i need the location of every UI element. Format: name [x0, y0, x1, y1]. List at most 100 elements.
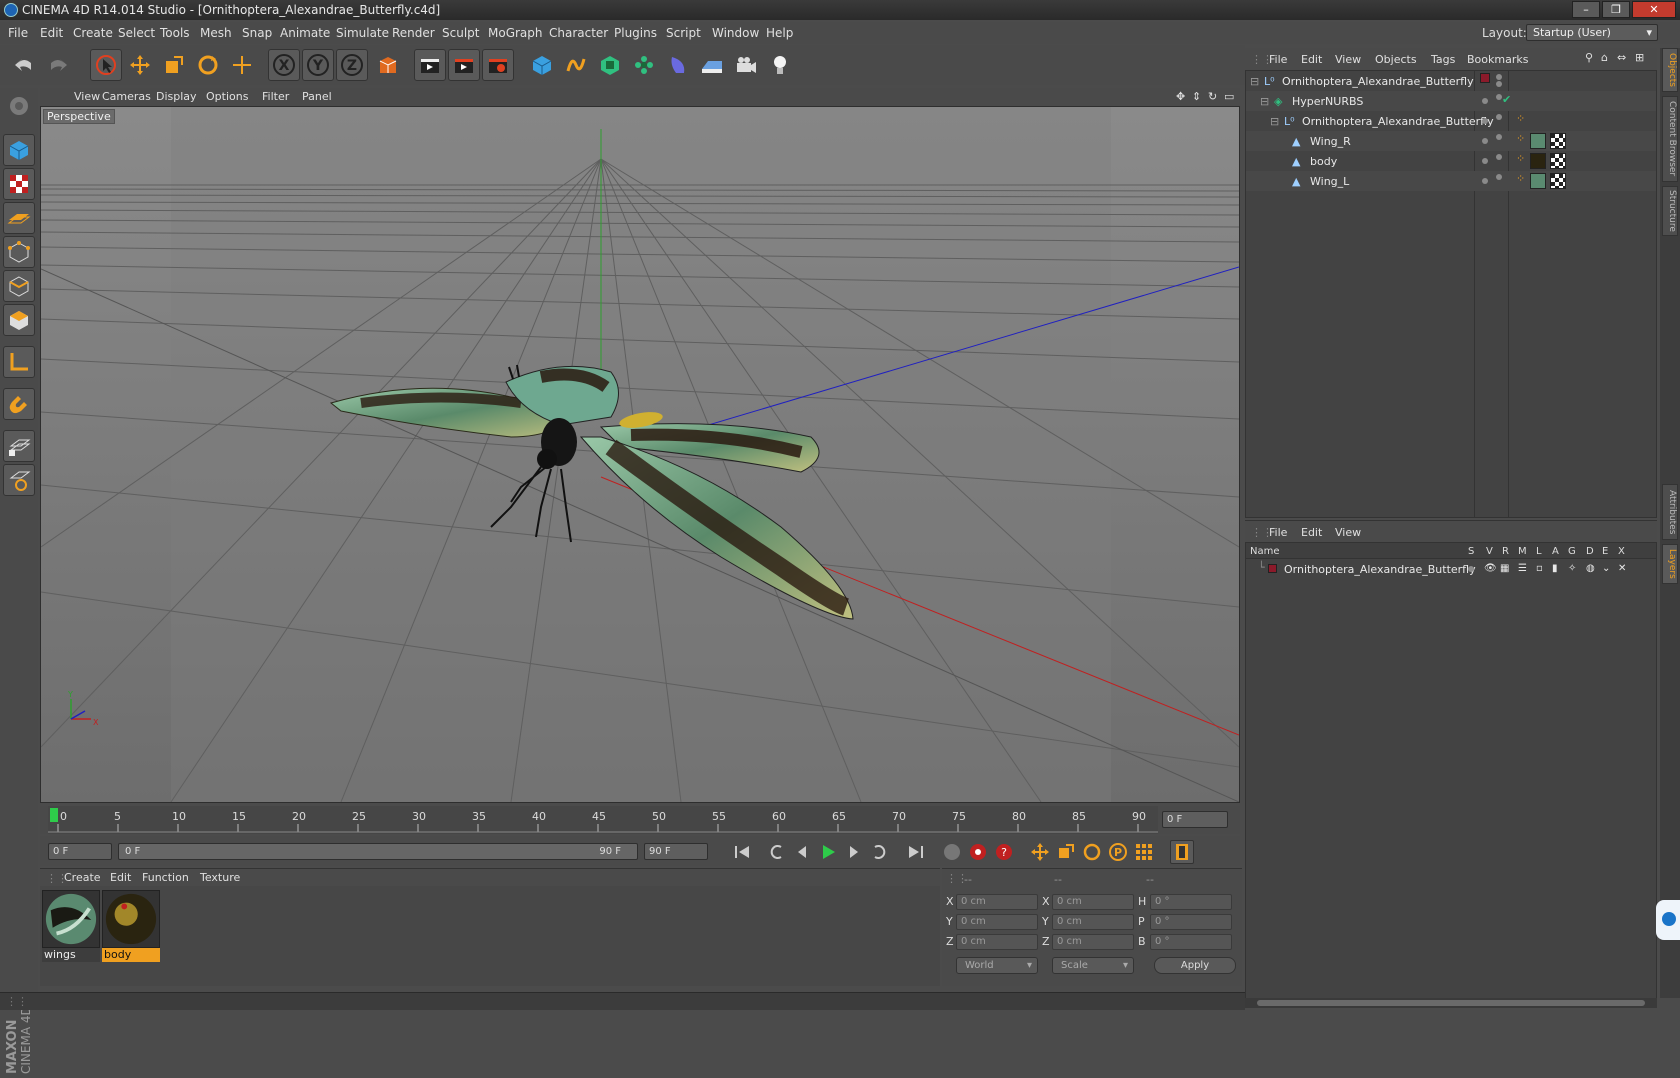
render-visibility-icon[interactable]	[1496, 134, 1502, 140]
tab-attributes[interactable]: Attributes	[1662, 484, 1678, 540]
view-toggle-icon[interactable]: 👁	[1484, 563, 1497, 574]
viewport-3d[interactable]: Y X Perspective	[40, 106, 1240, 803]
uvw-tag-icon[interactable]	[1550, 133, 1566, 149]
menu-create[interactable]: Create	[73, 26, 113, 40]
camera-button[interactable]	[730, 49, 762, 81]
go-to-start-button[interactable]	[730, 840, 754, 864]
column-name[interactable]: Name	[1250, 546, 1280, 557]
object-row[interactable]: ▲ body ⁘	[1246, 151, 1656, 171]
animation-toggle-icon[interactable]: ▮	[1552, 563, 1558, 574]
rot-h-field[interactable]: 0 °	[1150, 894, 1232, 910]
uvw-tag-icon[interactable]	[1550, 153, 1566, 169]
render-toggle-icon[interactable]: ▦	[1500, 563, 1509, 574]
menu-file[interactable]: File	[8, 26, 28, 40]
floor-button[interactable]	[696, 49, 728, 81]
tab-layers[interactable]: Layers	[1662, 544, 1678, 584]
column-xref[interactable]: X	[1618, 546, 1625, 557]
live-select-button[interactable]	[90, 49, 122, 81]
menu-tools[interactable]: Tools	[160, 26, 190, 40]
material-menu-function[interactable]: Function	[142, 871, 189, 884]
make-editable-button[interactable]	[3, 90, 35, 122]
key-rotation-button[interactable]	[1080, 840, 1104, 864]
deformer-toggle-icon[interactable]: ◍	[1586, 563, 1595, 574]
column-manager[interactable]: M	[1518, 546, 1527, 557]
column-view[interactable]: V	[1486, 546, 1493, 557]
material-body[interactable]: body	[102, 890, 160, 962]
layout-dropdown[interactable]: Startup (User) ▾	[1526, 24, 1658, 41]
objects-menu-edit[interactable]: Edit	[1301, 53, 1322, 66]
teamviewer-icon[interactable]	[1656, 900, 1680, 940]
render-view-button[interactable]	[414, 49, 446, 81]
key-scale-button[interactable]	[1054, 840, 1078, 864]
xref-toggle-icon[interactable]: ✕	[1618, 563, 1626, 574]
menu-plugins[interactable]: Plugins	[614, 26, 657, 40]
undo-button[interactable]	[8, 49, 40, 81]
menu-script[interactable]: Script	[666, 26, 701, 40]
points-mode-button[interactable]	[3, 236, 35, 268]
menu-select[interactable]: Select	[118, 26, 155, 40]
new-window-icon[interactable]: ⊞	[1635, 51, 1644, 64]
home-icon[interactable]: ⌂	[1601, 51, 1608, 64]
go-to-end-button[interactable]	[904, 840, 928, 864]
x-axis-button[interactable]: X	[268, 49, 300, 81]
menu-mograph[interactable]: MoGraph	[488, 26, 543, 40]
rotate-button[interactable]	[192, 49, 224, 81]
create-tool-button[interactable]	[226, 49, 258, 81]
edit-render-settings-button[interactable]	[482, 49, 514, 81]
workplane-rotate-button[interactable]	[3, 464, 35, 496]
viewport-menu-panel[interactable]: Panel	[302, 90, 332, 103]
layers-menu-view[interactable]: View	[1335, 526, 1361, 539]
column-solo[interactable]: S	[1468, 546, 1474, 557]
tab-objects[interactable]: Objects	[1662, 48, 1678, 92]
timeline[interactable]: 0 5 10 15 20 25 30 35 40 45 50 55 60 65 …	[40, 806, 1240, 834]
frame-range-slider[interactable]: 0 F 90 F	[118, 843, 638, 860]
prev-key-button[interactable]	[764, 840, 788, 864]
coordinate-system-button[interactable]	[372, 49, 404, 81]
viewport-menu-display[interactable]: Display	[156, 90, 197, 103]
cube-button[interactable]	[526, 49, 558, 81]
manager-toggle-icon[interactable]: ☰	[1518, 563, 1527, 574]
pos-z-field[interactable]: 0 cm	[956, 934, 1038, 950]
pos-x-field[interactable]: 0 cm	[956, 894, 1038, 910]
viewport-menu-filter[interactable]: Filter	[262, 90, 289, 103]
editor-visibility-icon[interactable]	[1482, 178, 1488, 184]
column-deformers[interactable]: D	[1586, 546, 1594, 557]
render-visibility-icon[interactable]	[1496, 174, 1502, 180]
menu-simulate[interactable]: Simulate	[336, 26, 389, 40]
lock-toggle-icon[interactable]: ▫	[1536, 563, 1543, 574]
solo-toggle-icon[interactable]	[1468, 566, 1474, 572]
material-menu-edit[interactable]: Edit	[110, 871, 131, 884]
column-generators[interactable]: G	[1568, 546, 1576, 557]
material-menu-create[interactable]: Create	[64, 871, 101, 884]
texture-mode-button[interactable]	[3, 168, 35, 200]
timeline-window-button[interactable]	[1170, 840, 1194, 864]
column-render[interactable]: R	[1502, 546, 1509, 557]
prev-frame-button[interactable]	[790, 840, 814, 864]
objects-menu-view[interactable]: View	[1335, 53, 1361, 66]
object-row[interactable]: ▲ Wing_R ⁘	[1246, 131, 1656, 151]
menu-help[interactable]: Help	[766, 26, 793, 40]
close-button[interactable]: ✕	[1632, 1, 1676, 18]
record-disabled-button[interactable]	[940, 840, 964, 864]
collapse-icon[interactable]: ⊟	[1270, 115, 1279, 128]
tab-content-browser[interactable]: Content Browser	[1662, 96, 1678, 182]
editor-visibility-icon[interactable]	[1482, 98, 1488, 104]
object-row[interactable]: ▲ Wing_L ⁘	[1246, 171, 1656, 191]
layers-menu-file[interactable]: File	[1269, 526, 1287, 539]
autokey-help-button[interactable]: ?	[992, 840, 1016, 864]
object-row[interactable]: ⊟ L⁰ Ornithoptera_Alexandrae_Butterfly	[1246, 71, 1656, 91]
coordinate-mode-dropdown[interactable]: Scale ▾	[1052, 957, 1134, 974]
scrollbar-thumb[interactable]	[1257, 1000, 1645, 1006]
apply-button[interactable]: Apply	[1154, 957, 1236, 974]
tab-structure[interactable]: Structure	[1662, 186, 1678, 236]
viewport-menu-options[interactable]: Options	[206, 90, 248, 103]
enabled-check-icon[interactable]: ✔	[1502, 93, 1511, 106]
objects-menu-objects[interactable]: Objects	[1375, 53, 1417, 66]
collapse-icon[interactable]: ⊟	[1250, 75, 1259, 88]
workplane-mode-button[interactable]	[3, 202, 35, 234]
object-row[interactable]: ⊟ ◈ HyperNURBS ✔	[1246, 91, 1656, 111]
editor-visibility-icon[interactable]	[1482, 158, 1488, 164]
render-visibility-icon[interactable]	[1496, 81, 1502, 87]
material-tag-icon[interactable]	[1530, 153, 1546, 169]
menu-sculpt[interactable]: Sculpt	[442, 26, 479, 40]
